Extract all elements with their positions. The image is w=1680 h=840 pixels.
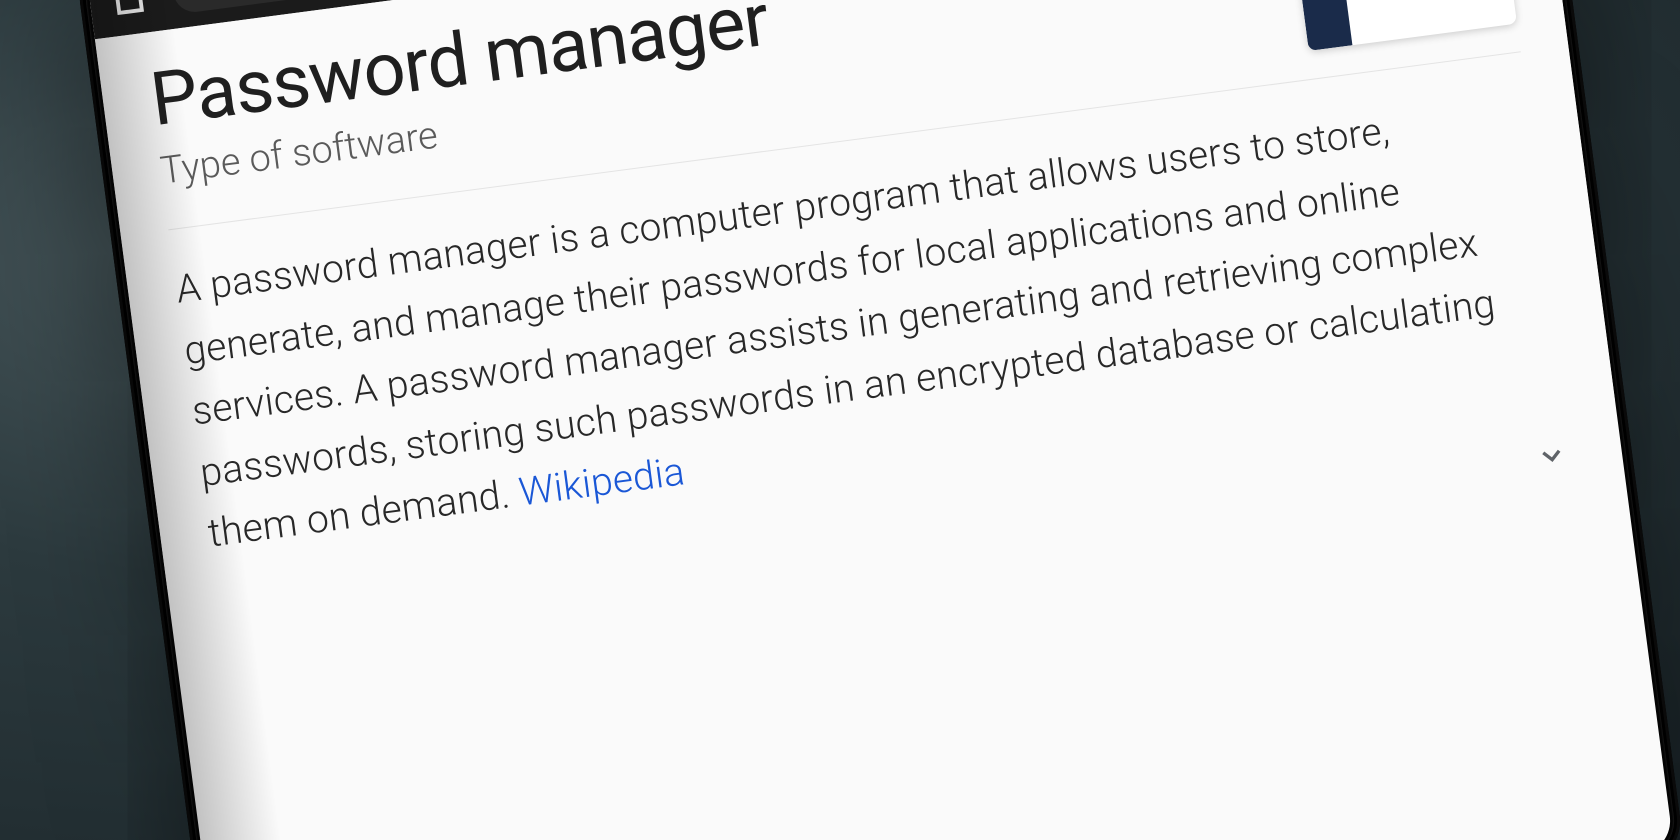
wikipedia-link[interactable]: Wikipedia <box>516 449 687 516</box>
url-text: goo… <box>217 0 277 2</box>
thumbnail-image[interactable] <box>1291 0 1517 51</box>
phone-frame: goo… Password manager Type of software <box>75 0 1680 840</box>
home-icon[interactable] <box>105 0 153 25</box>
chevron-down-icon[interactable] <box>1527 431 1576 480</box>
lock-icon <box>188 0 210 1</box>
phone-screen: goo… Password manager Type of software <box>86 0 1674 840</box>
